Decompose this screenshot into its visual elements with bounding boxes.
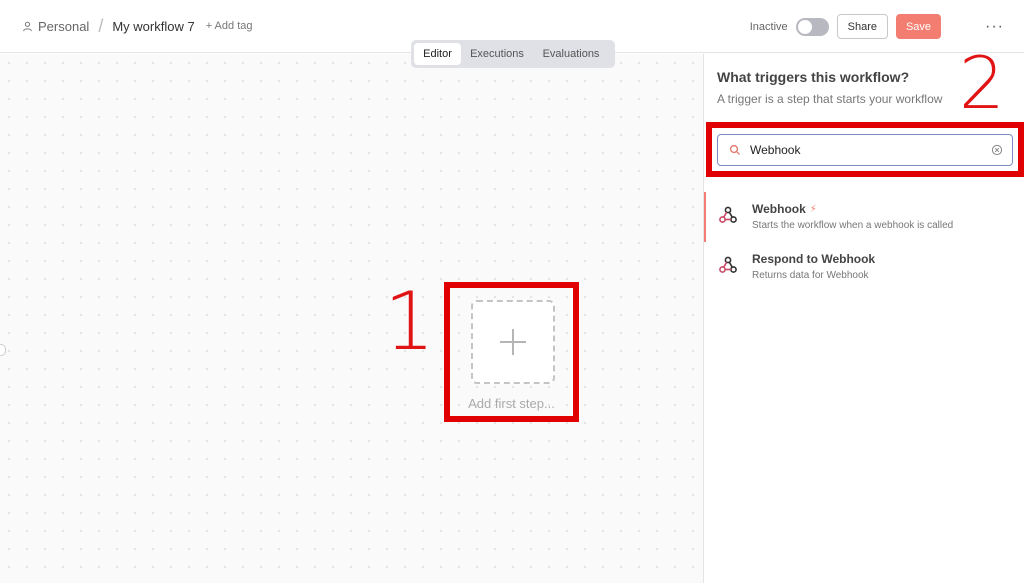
result-description: Starts the workflow when a webhook is ca… [752, 220, 954, 231]
active-toggle[interactable] [795, 17, 829, 36]
panel-title: What triggers this workflow? [717, 69, 910, 85]
clear-icon[interactable] [991, 144, 1003, 156]
project-name: Personal [38, 18, 90, 34]
workflow-title[interactable]: My workflow 7 [112, 19, 194, 34]
search-icon [729, 144, 740, 155]
result-title: Webhook [752, 202, 806, 216]
tab-executions[interactable]: Executions [461, 43, 533, 65]
add-first-step-label: Add first step... [468, 396, 555, 411]
status-label: Inactive [749, 20, 788, 33]
canvas-collapse-handle[interactable] [0, 344, 6, 356]
breadcrumb-separator: / [98, 15, 104, 36]
result-title-row: Webhook ⚡ [752, 202, 953, 216]
add-tag-button[interactable]: + Add tag [206, 20, 253, 32]
share-button[interactable]: Share [836, 14, 889, 39]
annotation-number-2: 2 [959, 41, 1005, 125]
annotation-number-1: 1 [384, 275, 435, 368]
toggle-knob [797, 19, 812, 34]
more-options-icon[interactable]: ··· [985, 18, 1004, 35]
user-icon [23, 21, 32, 31]
trigger-search-field[interactable] [717, 134, 1013, 166]
workflow-canvas[interactable]: 1 Add first step... [0, 54, 703, 583]
webhook-icon [719, 256, 737, 273]
trigger-results-list: Webhook ⚡ Starts the workflow when a web… [704, 192, 1024, 292]
list-item-respond-to-webhook[interactable]: Respond to Webhook Returns data for Webh… [704, 242, 1024, 292]
webhook-icon [719, 206, 737, 223]
result-text: Respond to Webhook Returns data for Webh… [752, 252, 875, 281]
result-text: Webhook ⚡ Starts the workflow when a web… [752, 202, 953, 231]
result-description: Returns data for Webhook [752, 270, 869, 281]
add-first-step-button[interactable] [471, 300, 555, 384]
plus-icon [500, 329, 526, 355]
result-title: Respond to Webhook [752, 252, 876, 266]
n8n-workflow-editor: Personal / My workflow 7 + Add tag Inact… [0, 0, 1024, 583]
bolt-icon: ⚡ [809, 203, 817, 215]
trigger-panel: What triggers this workflow? A trigger i… [703, 47, 1024, 583]
result-title-row: Respond to Webhook [752, 252, 875, 266]
project-link[interactable]: Personal [22, 19, 89, 34]
tab-editor[interactable]: Editor [414, 43, 461, 65]
list-item-webhook[interactable]: Webhook ⚡ Starts the workflow when a web… [704, 192, 1024, 242]
search-input[interactable] [750, 143, 980, 157]
panel-subtitle: A trigger is a step that starts your wor… [717, 92, 943, 106]
save-button[interactable]: Save [896, 14, 942, 39]
tab-evaluations[interactable]: Evaluations [533, 43, 609, 65]
view-tabs: Editor Executions Evaluations [411, 40, 615, 68]
breadcrumb: Personal / My workflow 7 + Add tag [0, 0, 252, 52]
